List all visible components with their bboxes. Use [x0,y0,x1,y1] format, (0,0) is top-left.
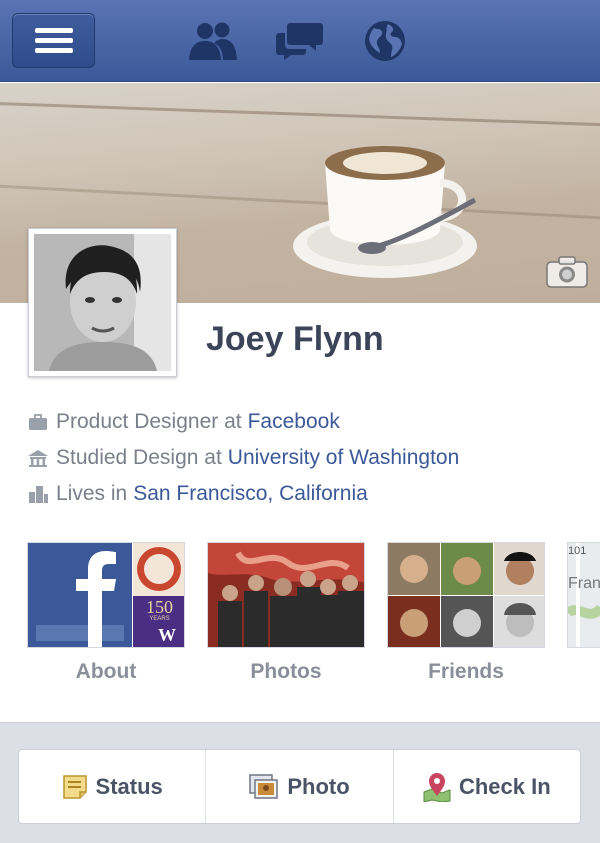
location-info: Lives in San Francisco, California [28,480,368,508]
check-in-label: Check In [458,773,551,799]
photos-tile[interactable] [207,542,365,648]
status-label: Status [95,773,163,799]
profile-picture[interactable] [28,228,177,377]
status-button[interactable]: Status [19,750,207,823]
photos-label[interactable]: Photos [207,660,365,684]
education-info: Studied Design at University of Washingt… [28,444,459,472]
school-icon [28,450,48,467]
hamburger-icon [35,28,73,53]
friends-tile[interactable] [387,542,545,648]
uw-badge-number: 150 [146,597,173,617]
status-icon [62,774,87,799]
menu-button[interactable] [12,13,95,68]
photo-button[interactable]: Photo [206,750,394,823]
avatar [34,234,171,371]
map-highway-label: 101 [568,545,587,557]
composer-bar: Status Photo Check In [18,749,581,824]
map-city-label: Franc [568,575,600,592]
work-link[interactable]: Facebook [248,410,340,434]
friend-requests-icon[interactable] [187,20,239,62]
photo-icon [249,773,279,799]
location-text: Lives in [56,482,128,505]
photo-label: Photo [287,773,350,799]
coffee-cup-image [293,146,477,278]
check-in-icon [423,772,451,802]
education-link[interactable]: University of Washington [228,446,459,470]
uw-badge-sub: YEARS [149,616,170,622]
friends-label[interactable]: Friends [387,660,545,684]
location-link[interactable]: San Francisco, California [133,482,368,506]
globe-icon[interactable] [364,20,406,62]
camera-icon[interactable] [546,256,588,288]
work-info: Product Designer at Facebook [28,408,340,436]
city-icon [29,486,48,503]
about-label[interactable]: About [27,660,185,684]
briefcase-icon [29,414,47,430]
messages-icon[interactable] [276,21,324,61]
about-tile[interactable]: 150 YEARS W [27,542,185,648]
uw-badge-letter: W [158,625,176,645]
top-navigation-bar [0,0,600,82]
education-text: Studied Design at [56,446,222,469]
profile-name: Joey Flynn [206,320,384,358]
map-tile[interactable]: 101 Franc [567,542,600,648]
work-text: Product Designer at [56,410,242,433]
check-in-button[interactable]: Check In [394,750,580,823]
